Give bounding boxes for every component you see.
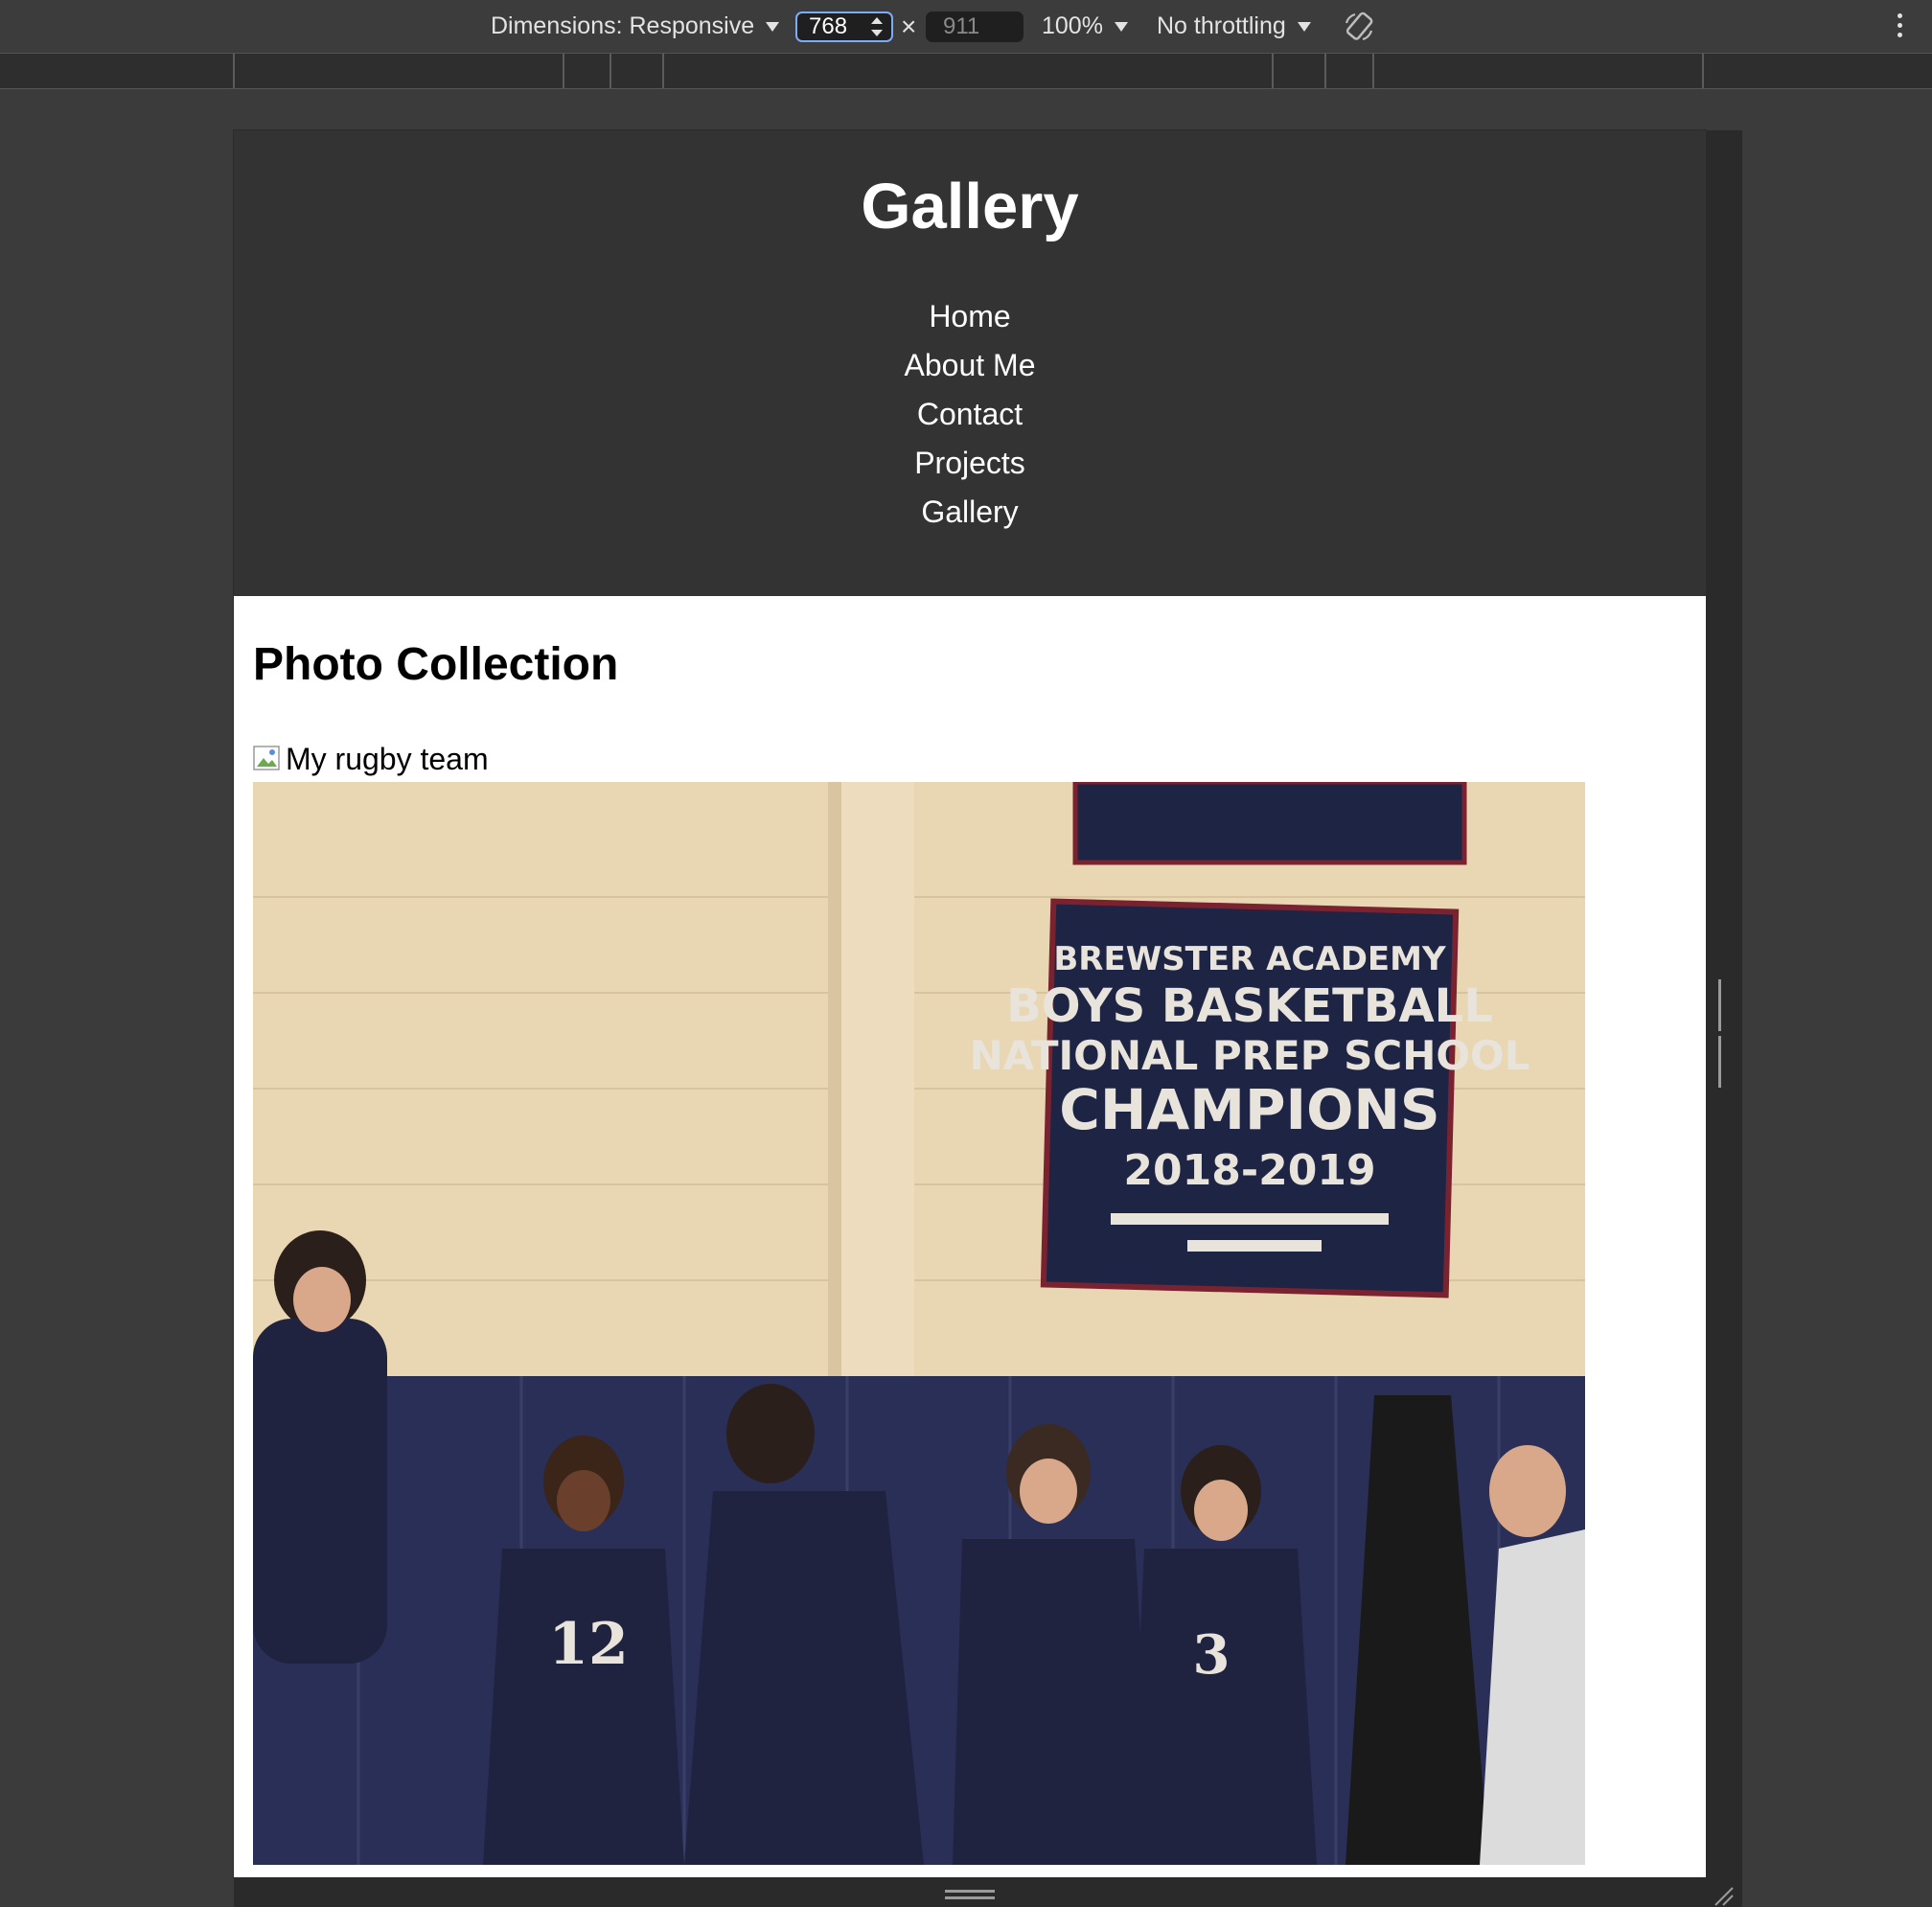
width-input[interactable]: 768 xyxy=(795,11,893,42)
jersey-number: 12 xyxy=(548,1611,629,1678)
width-value: 768 xyxy=(809,13,848,39)
chevron-down-icon xyxy=(1297,21,1311,32)
banner-line3: NATIONAL PREP SCHOOL xyxy=(969,1032,1530,1079)
corner-resize-icon[interactable] xyxy=(1712,1884,1735,1907)
nav-link-gallery[interactable]: Gallery xyxy=(921,494,1018,529)
emulated-viewport: Gallery Home About Me Contact Projects G… xyxy=(233,129,1707,1878)
banner-line2: BOYS BASKETBALL xyxy=(1006,979,1493,1033)
page-title: Gallery xyxy=(861,171,1079,242)
media-query-bar xyxy=(0,54,1932,89)
team-photo: BREWSTER ACADEMY BOYS BASKETBALL NATIONA… xyxy=(253,782,1585,1865)
main-content: Photo Collection My rugby team BREWSTER … xyxy=(234,596,1706,1865)
media-query-marker[interactable] xyxy=(563,54,564,88)
right-resize-handle[interactable] xyxy=(1718,979,1728,1088)
nav-link-about-me[interactable]: About Me xyxy=(905,348,1036,382)
device-toolbar: Dimensions: Responsive 768 × 911 100% No… xyxy=(0,0,1932,54)
banner-line4: CHAMPIONS xyxy=(1059,1077,1439,1142)
chevron-down-icon xyxy=(1114,21,1128,32)
bottom-resize-handle[interactable] xyxy=(945,1890,995,1899)
broken-image: My rugby team xyxy=(253,742,1706,776)
throttling-dropdown[interactable]: No throttling xyxy=(1157,0,1311,53)
banner-line5: 2018-2019 xyxy=(1123,1146,1375,1195)
media-query-marker[interactable] xyxy=(1702,54,1704,88)
times-icon: × xyxy=(901,11,917,41)
throttling-label: No throttling xyxy=(1157,12,1286,39)
stepper-icon[interactable] xyxy=(868,16,886,37)
chevron-down-icon xyxy=(766,21,780,32)
height-input[interactable]: 911 xyxy=(926,11,1024,42)
media-query-marker[interactable] xyxy=(1272,54,1274,88)
site-header: Gallery Home About Me Contact Projects G… xyxy=(234,130,1706,596)
zoom-dropdown[interactable]: 100% xyxy=(1042,0,1128,53)
media-query-marker[interactable] xyxy=(1324,54,1326,88)
media-query-marker[interactable] xyxy=(610,54,611,88)
jersey-number: 3 xyxy=(1193,1623,1230,1687)
team-photo-image: BREWSTER ACADEMY BOYS BASKETBALL NATIONA… xyxy=(253,782,1585,1865)
nav-link-contact[interactable]: Contact xyxy=(917,397,1023,431)
rotate-icon[interactable] xyxy=(1342,10,1376,44)
dimensions-dropdown[interactable]: Dimensions: Responsive xyxy=(491,0,780,53)
site-nav: Home About Me Contact Projects Gallery xyxy=(234,292,1706,537)
more-options-icon[interactable] xyxy=(1897,13,1904,40)
nav-link-projects[interactable]: Projects xyxy=(914,446,1025,480)
media-query-marker[interactable] xyxy=(233,54,235,88)
zoom-label: 100% xyxy=(1042,12,1103,39)
nav-link-home[interactable]: Home xyxy=(929,299,1010,333)
media-query-marker[interactable] xyxy=(662,54,664,88)
section-title: Photo Collection xyxy=(253,639,619,690)
height-placeholder: 911 xyxy=(943,13,980,39)
broken-image-icon xyxy=(253,746,280,770)
media-query-marker[interactable] xyxy=(1372,54,1374,88)
dimensions-label: Dimensions: Responsive xyxy=(491,12,755,39)
broken-image-alt: My rugby team xyxy=(286,741,489,776)
banner-line1: BREWSTER ACADEMY xyxy=(1053,940,1446,978)
